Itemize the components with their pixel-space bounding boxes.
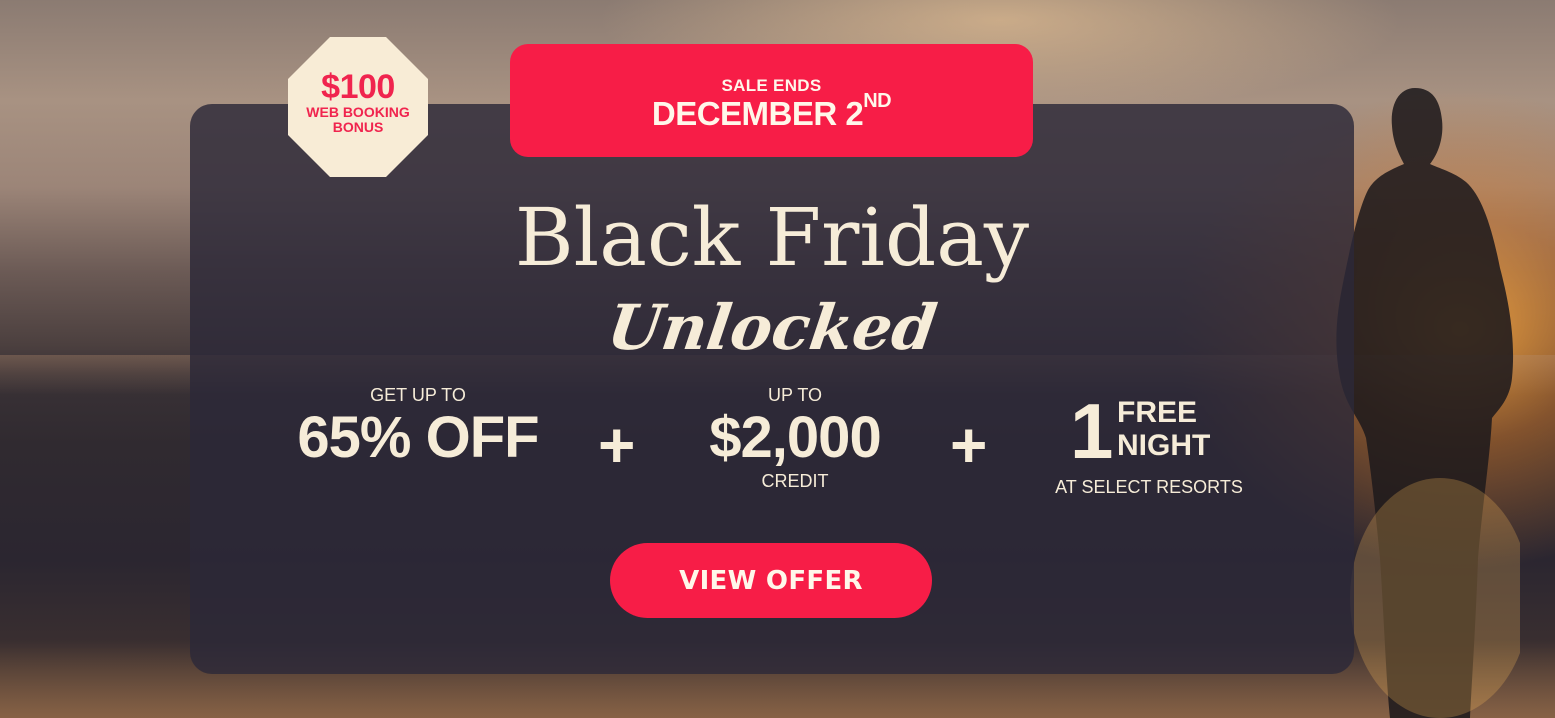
page-subtitle: Unlocked	[603, 291, 941, 364]
discount-offer: GET UP TO 65% OFF	[290, 384, 546, 470]
view-offer-button[interactable]: VIEW OFFER	[610, 543, 932, 618]
credit-offer: UP TO $2,000 CREDIT	[690, 384, 900, 492]
sale-date-suffix: ND	[863, 90, 892, 112]
sale-ends-label: SALE ENDS	[721, 76, 822, 95]
plus-icon: +	[598, 409, 636, 481]
sale-ends-banner: SALE ENDS DECEMBER 2ND	[510, 44, 1033, 157]
bonus-label-line1: WEB BOOKING	[306, 104, 410, 120]
discount-value: 65% OFF	[297, 405, 539, 470]
bonus-label-line2: BONUS	[332, 119, 384, 135]
plus-icon: +	[950, 409, 988, 481]
free-night-suffix: AT SELECT RESORTS	[1055, 477, 1243, 497]
discount-prefix: GET UP TO	[370, 385, 466, 405]
free-night-number: 1	[1070, 387, 1114, 475]
free-night-line1: FREE	[1117, 396, 1198, 429]
bonus-badge: $100 WEB BOOKING BONUS	[288, 37, 428, 177]
credit-value: $2,000	[709, 405, 881, 470]
credit-prefix: UP TO	[767, 385, 823, 405]
credit-suffix: CREDIT	[761, 471, 829, 491]
free-night-line2: NIGHT	[1117, 429, 1211, 462]
bonus-amount: $100	[321, 68, 395, 106]
sale-end-date: DECEMBER 2ND	[510, 90, 1033, 132]
sale-date-text: DECEMBER 2	[651, 95, 864, 132]
page-title: Black Friday	[514, 191, 1030, 284]
